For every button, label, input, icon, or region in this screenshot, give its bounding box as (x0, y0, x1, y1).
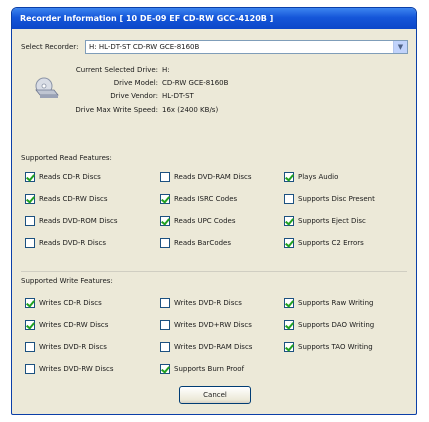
feature-label: Supports Eject Disc (298, 217, 366, 225)
feature-checkbox[interactable]: Writes DVD-RAM Discs (160, 342, 252, 352)
feature-checkbox[interactable]: Writes CD-R Discs (25, 298, 102, 308)
feature-checkbox[interactable]: Supports DAO Writing (284, 320, 374, 330)
checkbox-checked-icon[interactable] (284, 298, 294, 308)
drive-info-row: Current Selected Drive: H: (12, 64, 412, 76)
feature-checkbox[interactable]: Reads CD-RW Discs (25, 194, 107, 204)
select-recorder-label: Select Recorder: (21, 43, 79, 51)
feature-label: Writes DVD+RW Discs (174, 321, 252, 329)
feature-label: Reads UPC Codes (174, 217, 236, 225)
feature-label: Writes CD-R Discs (39, 299, 102, 307)
checkbox-unchecked-icon[interactable] (160, 172, 170, 182)
checkbox-unchecked-icon[interactable] (160, 238, 170, 248)
drive-info-row: Drive Max Write Speed: 16x (2400 KB/s) (12, 104, 412, 116)
feature-checkbox[interactable]: Reads DVD-R Discs (25, 238, 106, 248)
feature-checkbox[interactable]: Writes DVD-R Discs (160, 298, 242, 308)
checkbox-unchecked-icon[interactable] (25, 216, 35, 226)
feature-checkbox[interactable]: Reads DVD-ROM Discs (25, 216, 118, 226)
write-features-heading: Supported Write Features: (21, 277, 113, 285)
feature-label: Supports DAO Writing (298, 321, 375, 329)
checkbox-unchecked-icon[interactable] (25, 238, 35, 248)
feature-label: Plays Audio (298, 173, 339, 181)
checkbox-checked-icon[interactable] (160, 216, 170, 226)
drive-info-value: 16x (2400 KB/s) (162, 106, 219, 114)
checkbox-checked-icon[interactable] (284, 172, 294, 182)
feature-checkbox[interactable]: Supports C2 Errors (284, 238, 364, 248)
drive-info-value: CD-RW GCE-8160B (162, 79, 229, 87)
checkbox-unchecked-icon[interactable] (25, 342, 35, 352)
feature-checkbox[interactable]: Reads UPC Codes (160, 216, 236, 226)
drive-info-value: HL-DT-ST (162, 92, 194, 100)
feature-label: Supports Burn Proof (174, 365, 245, 373)
divider (21, 271, 407, 272)
drive-info-key: Drive Max Write Speed: (75, 106, 158, 114)
drive-info-panel: Current Selected Drive: H: Drive Model: CD-… (12, 62, 416, 148)
checkbox-checked-icon[interactable] (284, 238, 294, 248)
drive-info-row: Drive Vendor: HL-DT-ST (12, 90, 412, 102)
feature-checkbox[interactable]: Reads BarCodes (160, 238, 231, 248)
feature-checkbox[interactable]: Supports Burn Proof (160, 364, 244, 374)
feature-label: Reads DVD-ROM Discs (39, 217, 118, 225)
chevron-down-icon[interactable]: ▼ (393, 41, 407, 53)
feature-label: Reads DVD-RAM Discs (174, 173, 252, 181)
drive-info-key: Drive Model: (113, 79, 158, 87)
drive-info-key: Current Selected Drive: (75, 66, 158, 74)
feature-label: Supports Disc Present (298, 195, 375, 203)
feature-label: Writes DVD-R Discs (39, 343, 107, 351)
feature-label: Supports C2 Errors (298, 239, 364, 247)
checkbox-checked-icon[interactable] (25, 298, 35, 308)
drive-info-value: H: (162, 66, 170, 74)
feature-label: Supports Raw Writing (298, 299, 374, 307)
checkbox-unchecked-icon[interactable] (25, 364, 35, 374)
feature-checkbox[interactable]: Reads DVD-RAM Discs (160, 172, 252, 182)
checkbox-checked-icon[interactable] (284, 342, 294, 352)
feature-checkbox[interactable]: Supports TAO Writing (284, 342, 373, 352)
feature-label: Reads BarCodes (174, 239, 231, 247)
feature-label: Writes DVD-RAM Discs (174, 343, 253, 351)
checkbox-checked-icon[interactable] (25, 320, 35, 330)
checkbox-unchecked-icon[interactable] (160, 320, 170, 330)
window-title: Recorder Information [ 10 DE-09 EF CD-RW… (12, 8, 416, 29)
drive-info-row: Drive Model: CD-RW GCE-8160B (12, 77, 412, 89)
feature-checkbox[interactable]: Reads ISRC Codes (160, 194, 237, 204)
read-features-heading: Supported Read Features: (21, 154, 112, 162)
feature-checkbox[interactable]: Writes DVD-R Discs (25, 342, 107, 352)
checkbox-unchecked-icon[interactable] (284, 194, 294, 204)
checkbox-checked-icon[interactable] (25, 194, 35, 204)
cancel-button[interactable]: Cancel (179, 386, 251, 404)
feature-checkbox[interactable]: Supports Raw Writing (284, 298, 374, 308)
checkbox-checked-icon[interactable] (25, 172, 35, 182)
feature-label: Reads DVD-R Discs (39, 239, 106, 247)
drive-info-key: Drive Vendor: (110, 92, 158, 100)
recorder-dropdown[interactable]: H: HL-DT-ST CD-RW GCE-8160B ▼ (85, 40, 408, 54)
feature-checkbox[interactable]: Supports Eject Disc (284, 216, 366, 226)
checkbox-checked-icon[interactable] (160, 364, 170, 374)
feature-label: Supports TAO Writing (298, 343, 373, 351)
feature-label: Reads CD-R Discs (39, 173, 101, 181)
feature-checkbox[interactable]: Writes DVD-RW Discs (25, 364, 114, 374)
recorder-information-window: Recorder Information [ 10 DE-09 EF CD-RW… (11, 7, 417, 415)
feature-label: Writes CD-RW Discs (39, 321, 109, 329)
recorder-dropdown-value: H: HL-DT-ST CD-RW GCE-8160B (89, 43, 200, 51)
recorder-select-row: Select Recorder: H: HL-DT-ST CD-RW GCE-8… (21, 40, 408, 54)
feature-checkbox[interactable]: Reads CD-R Discs (25, 172, 101, 182)
checkbox-checked-icon[interactable] (284, 320, 294, 330)
feature-label: Writes DVD-RW Discs (39, 365, 114, 373)
checkbox-checked-icon[interactable] (160, 194, 170, 204)
checkbox-checked-icon[interactable] (284, 216, 294, 226)
feature-label: Reads ISRC Codes (174, 195, 238, 203)
feature-label: Reads CD-RW Discs (39, 195, 108, 203)
feature-checkbox[interactable]: Writes DVD+RW Discs (160, 320, 252, 330)
feature-checkbox[interactable]: Writes CD-RW Discs (25, 320, 108, 330)
feature-checkbox[interactable]: Supports Disc Present (284, 194, 375, 204)
checkbox-unchecked-icon[interactable] (160, 342, 170, 352)
checkbox-unchecked-icon[interactable] (160, 298, 170, 308)
feature-label: Writes DVD-R Discs (174, 299, 242, 307)
feature-checkbox[interactable]: Plays Audio (284, 172, 338, 182)
